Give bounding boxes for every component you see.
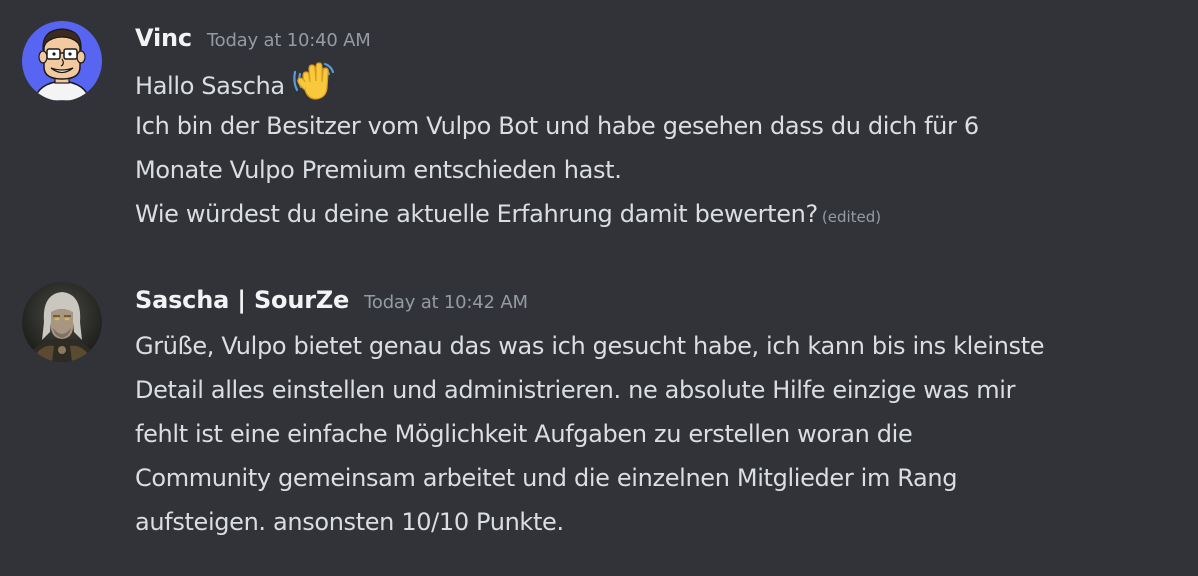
- message-header: Sascha | SourZe Today at 10:42 AM: [135, 286, 528, 314]
- message-line: Monate Vulpo Premium entschieden hast.: [135, 156, 622, 184]
- message-line: Wie würdest du deine aktuelle Erfahrung …: [135, 192, 881, 239]
- message-line: Community gemeinsam arbeitet und die ein…: [135, 464, 958, 492]
- message-vinc: Vinc Today at 10:40 AM Hallo Sascha Ich …: [0, 0, 1198, 260]
- cartoon-man-avatar-icon: [22, 21, 102, 101]
- message-text: Hallo Sascha: [135, 72, 285, 100]
- username[interactable]: Sascha | SourZe: [135, 286, 349, 314]
- user-avatar-sascha[interactable]: [22, 282, 102, 362]
- message-timestamp[interactable]: Today at 10:42 AM: [364, 292, 528, 313]
- message-line: Detail alles einstellen und administrier…: [135, 376, 1016, 404]
- message-line: Ich bin der Besitzer vom Vulpo Bot und h…: [135, 112, 979, 140]
- message-line: aufsteigen. ansonsten 10/10 Punkte.: [135, 508, 564, 536]
- edited-label[interactable]: (edited): [822, 208, 881, 226]
- message-header: Vinc Today at 10:40 AM: [135, 24, 371, 52]
- message-line: fehlt ist eine einfache Möglichkeit Aufg…: [135, 420, 913, 448]
- message-timestamp[interactable]: Today at 10:40 AM: [207, 30, 371, 51]
- user-avatar-vinc[interactable]: [22, 21, 102, 101]
- witcher-avatar-icon: [22, 282, 102, 362]
- message-text: Wie würdest du deine aktuelle Erfahrung …: [135, 200, 818, 228]
- username[interactable]: Vinc: [135, 24, 192, 52]
- message-sascha: Sascha | SourZe Today at 10:42 AM Grüße,…: [0, 270, 1198, 576]
- message-line: Grüße, Vulpo bietet genau das was ich ge…: [135, 332, 1045, 360]
